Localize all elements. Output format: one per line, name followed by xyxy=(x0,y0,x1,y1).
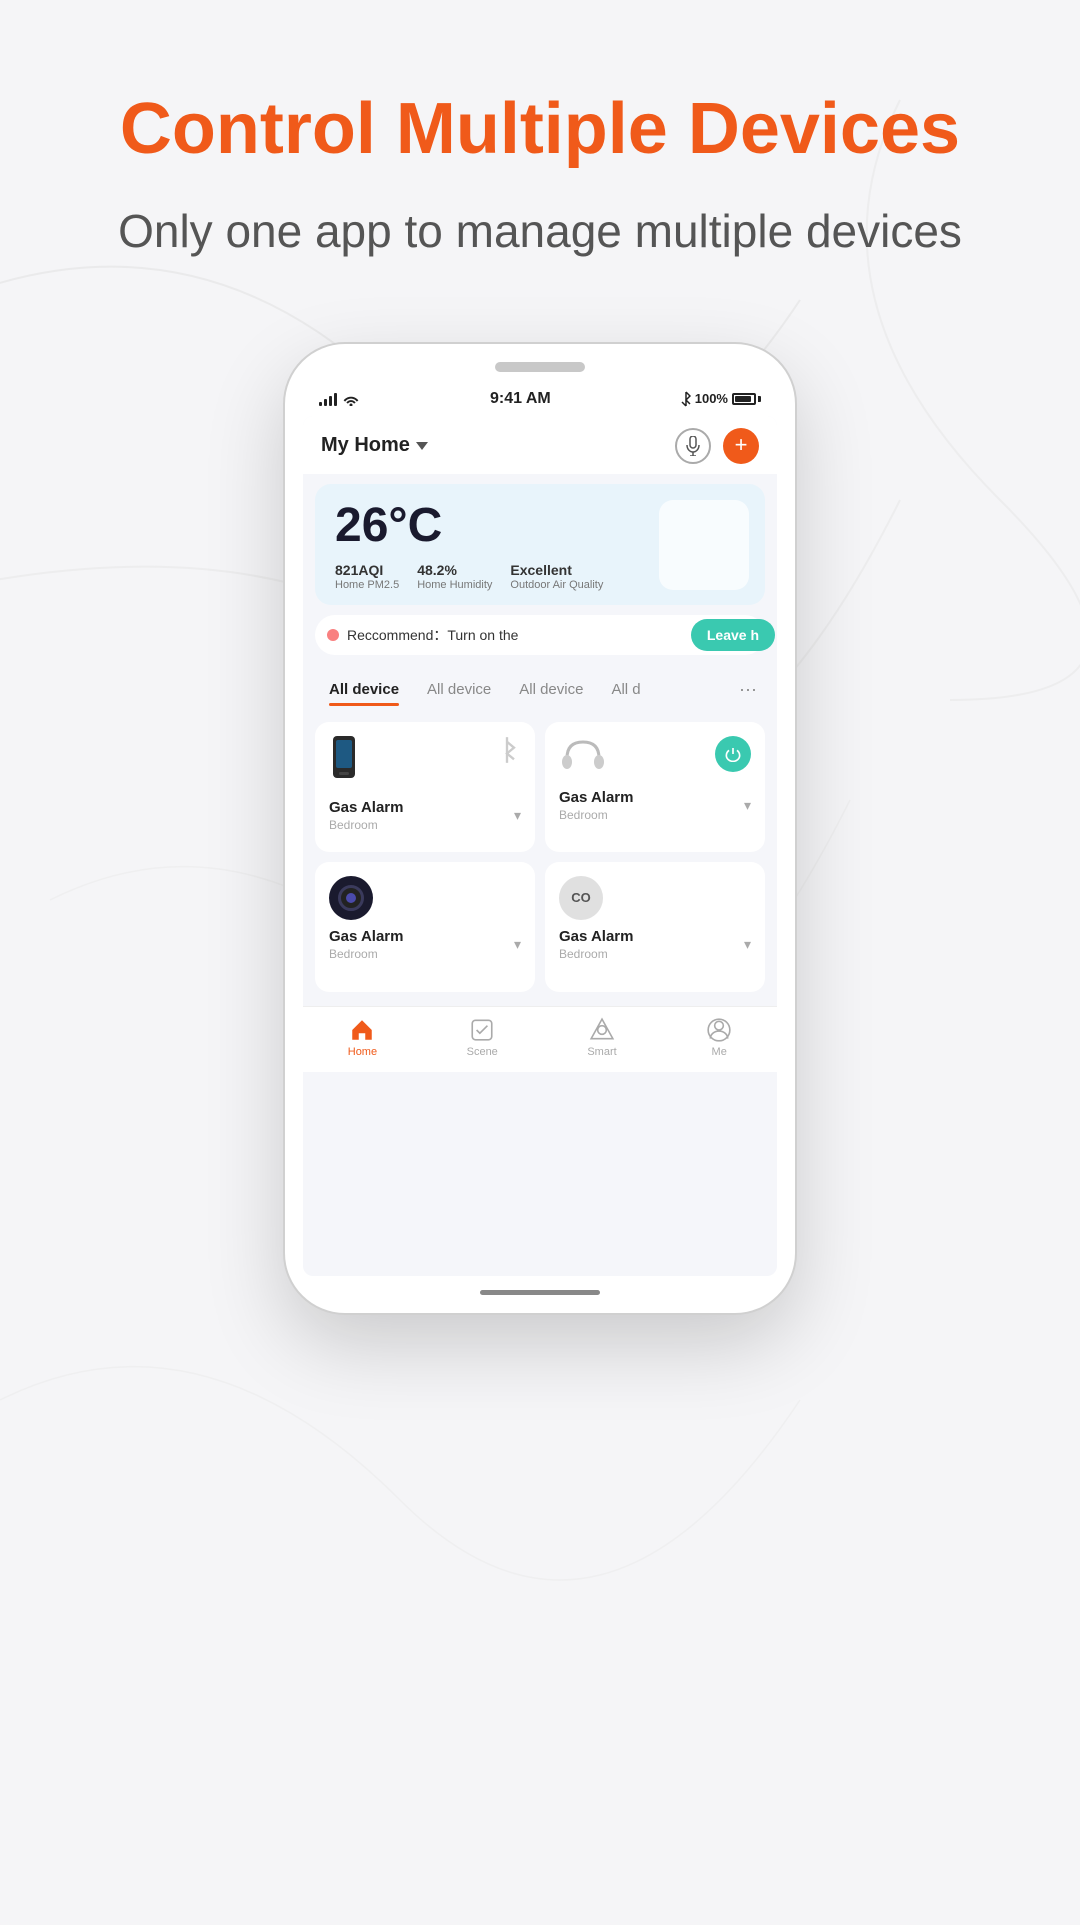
status-left xyxy=(319,392,360,406)
bluetooth-icon xyxy=(681,391,691,407)
nav-scene-label: Scene xyxy=(467,1046,498,1058)
device-1-status-icon xyxy=(493,736,521,769)
recommendation-bar: Reccommend：Turn on the ✕ Leave h xyxy=(315,615,765,655)
wifi-icon xyxy=(342,392,360,406)
device-card-1[interactable]: Gas Alarm Bedroom ▾ xyxy=(315,722,535,852)
tab-all-device-2[interactable]: All device xyxy=(413,675,505,704)
device-4-icon: CO xyxy=(559,876,603,920)
device-2-room: Bedroom xyxy=(559,808,633,822)
status-right: 100% xyxy=(681,391,761,407)
mic-button[interactable] xyxy=(675,428,711,464)
air-label: Outdoor Air Quality xyxy=(510,579,603,591)
aqi-value: 821AQI xyxy=(335,562,399,578)
hero-subtitle: Only one app to manage multiple devices xyxy=(38,199,1042,263)
humidity-value: 48.2% xyxy=(417,562,492,578)
device-3-chevron: ▾ xyxy=(514,936,521,953)
device-tabs: All device All device All device All d ·… xyxy=(303,663,777,712)
status-time: 9:41 AM xyxy=(490,390,551,408)
dropdown-arrow-icon xyxy=(416,442,428,450)
bottom-nav: Home Scene Smart xyxy=(303,1006,777,1072)
device-1-icon xyxy=(329,736,359,791)
me-nav-icon xyxy=(706,1017,732,1043)
nav-scene[interactable]: Scene xyxy=(467,1017,498,1058)
topbar-icons: + xyxy=(675,428,759,464)
device-3-room: Bedroom xyxy=(329,947,403,961)
device-card-2[interactable]: Gas Alarm Bedroom ▾ xyxy=(545,722,765,852)
device-4-room: Bedroom xyxy=(559,947,633,961)
battery-icon xyxy=(732,393,761,405)
device-3-name: Gas Alarm xyxy=(329,928,403,945)
device-2-power-icon xyxy=(715,736,751,772)
status-bar: 9:41 AM 100% xyxy=(303,386,777,416)
recommend-text: Reccommend：Turn on the xyxy=(347,625,732,645)
nav-me-label: Me xyxy=(712,1046,727,1058)
weather-stat-aqi: 821AQI Home PM2.5 xyxy=(335,562,399,591)
device-3-icon xyxy=(329,876,373,920)
signal-bars-icon xyxy=(319,392,337,406)
phone-speaker xyxy=(495,362,585,372)
device-2-chevron: ▾ xyxy=(744,797,751,814)
weather-stat-air: Excellent Outdoor Air Quality xyxy=(510,562,603,591)
home-selector[interactable]: My Home xyxy=(321,434,428,457)
home-nav-icon xyxy=(349,1017,375,1043)
device-card-3[interactable]: Gas Alarm Bedroom ▾ xyxy=(315,862,535,992)
weather-right-card xyxy=(659,500,749,590)
tab-all-device-3[interactable]: All device xyxy=(505,675,597,704)
device-4-chevron: ▾ xyxy=(744,936,751,953)
device-1-name: Gas Alarm xyxy=(329,799,403,816)
hero-title: Control Multiple Devices xyxy=(60,90,1020,169)
scene-nav-icon xyxy=(469,1017,495,1043)
device-card-4[interactable]: CO Gas Alarm Bedroom ▾ xyxy=(545,862,765,992)
nav-home-label: Home xyxy=(348,1046,377,1058)
app-screen: My Home + xyxy=(303,416,777,1276)
mic-icon xyxy=(686,436,700,456)
nav-me[interactable]: Me xyxy=(706,1017,732,1058)
air-value: Excellent xyxy=(510,562,603,578)
weather-stat-humidity: 48.2% Home Humidity xyxy=(417,562,492,591)
home-name: My Home xyxy=(321,434,410,457)
phone-home-indicator xyxy=(480,1290,600,1295)
device-1-room: Bedroom xyxy=(329,818,403,832)
aqi-label: Home PM2.5 xyxy=(335,579,399,591)
nav-home[interactable]: Home xyxy=(348,1017,377,1058)
humidity-label: Home Humidity xyxy=(417,579,492,591)
smart-nav-icon xyxy=(589,1017,615,1043)
device-2-icon xyxy=(559,736,607,781)
device-1-chevron: ▾ xyxy=(514,807,521,824)
tab-all-device-1[interactable]: All device xyxy=(315,675,413,704)
recommend-dot xyxy=(327,629,339,641)
tabs-more-button[interactable]: ··· xyxy=(731,673,765,706)
nav-smart-label: Smart xyxy=(587,1046,616,1058)
weather-card: 26°C 821AQI Home PM2.5 48.2% Home Humidi… xyxy=(315,484,765,605)
battery-percent: 100% xyxy=(695,391,728,406)
leave-button[interactable]: Leave h xyxy=(691,619,775,651)
device-2-name: Gas Alarm xyxy=(559,789,633,806)
phone-mockup: 9:41 AM 100% M xyxy=(285,344,795,1313)
add-button[interactable]: + xyxy=(723,428,759,464)
app-topbar: My Home + xyxy=(303,416,777,474)
nav-smart[interactable]: Smart xyxy=(587,1017,616,1058)
device-4-name: Gas Alarm xyxy=(559,928,633,945)
device-grid: Gas Alarm Bedroom ▾ xyxy=(303,712,777,1002)
tab-all-device-4[interactable]: All d xyxy=(597,675,654,704)
